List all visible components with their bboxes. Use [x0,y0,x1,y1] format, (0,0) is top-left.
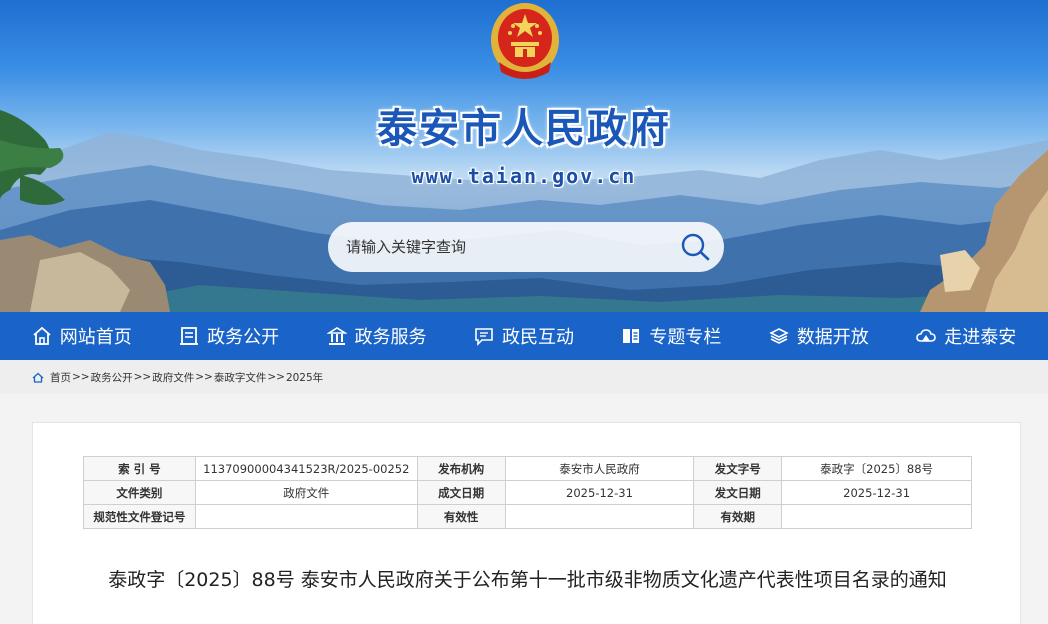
nav-item-about-taian[interactable]: 走进泰安 [910,312,1022,360]
document-title: 泰政字〔2025〕88号 泰安市人民政府关于公布第十一批市级非物质文化遗产代表性… [108,569,947,591]
search-button[interactable] [668,222,724,272]
home-icon [32,372,44,383]
home-icon [33,326,51,345]
index-number-label: 索 引 号 [83,456,196,481]
validity-period-value [781,504,972,529]
nav-label: 政务服务 [354,327,427,348]
written-date-value: 2025-12-31 [504,480,695,505]
government-building-icon [326,327,347,345]
table-row: 文件类别 政府文件 成文日期 2025-12-31 发文日期 2025-12-3… [83,480,972,505]
document-category-label: 文件类别 [83,480,196,505]
main-nav: 网站首页 政务公开 政务服务 政民互动 专题专栏 数据开放 走进泰安 [0,312,1048,360]
search-input[interactable] [328,222,668,272]
message-icon [475,328,493,346]
document-number-label: 发文字号 [693,456,783,481]
mountain-cloud-icon [916,329,937,342]
written-date-label: 成文日期 [416,480,506,505]
document-icon [180,327,199,345]
breadcrumb-home[interactable]: 首页 [50,370,71,385]
table-row: 索 引 号 11370900004341523R/2025-00252 发布机构… [83,456,972,481]
nav-item-government-services[interactable]: 政务服务 [321,312,433,360]
national-emblem-icon [491,3,559,79]
nav-label: 专题专栏 [649,327,722,348]
breadcrumb-year-2025[interactable]: 2025年 [286,370,323,385]
breadcrumb-government-documents[interactable]: 政府文件 [152,370,194,385]
nav-label: 政务公开 [207,327,280,348]
issue-date-value: 2025-12-31 [781,480,972,505]
registration-number-label: 规范性文件登记号 [83,504,196,529]
nav-label: 政民互动 [501,327,574,348]
nav-label: 网站首页 [59,327,132,348]
breadcrumb: 首页 >> 政务公开 >> 政府文件 >> 泰政字文件 >> 2025年 [0,360,1048,394]
nav-item-public-interaction[interactable]: 政民互动 [468,312,580,360]
issuing-agency-label: 发布机构 [416,456,506,481]
issuing-agency-value: 泰安市人民政府 [504,456,695,481]
search-bar [328,222,724,272]
nav-item-open-data[interactable]: 数据开放 [763,312,875,360]
nav-item-special-topics[interactable]: 专题专栏 [615,312,727,360]
registration-number-value [194,504,418,529]
site-title: 泰安市人民政府 [377,106,671,152]
nav-label: 数据开放 [796,327,869,348]
document-meta-table: 索 引 号 11370900004341523R/2025-00252 发布机构… [83,456,972,529]
document-category-value: 政府文件 [194,480,418,505]
breadcrumb-taizhengzi-documents[interactable]: 泰政字文件 [214,370,267,385]
site-url: www.taian.gov.cn [411,164,637,188]
nav-item-home[interactable]: 网站首页 [26,312,138,360]
nav-label: 走进泰安 [944,327,1017,348]
issue-date-label: 发文日期 [693,480,783,505]
table-row: 规范性文件登记号 有效性 有效期 [83,504,972,529]
header-banner: 泰安市人民政府 www.taian.gov.cn [0,0,1048,312]
validity-label: 有效性 [416,504,506,529]
document-panel: 索 引 号 11370900004341523R/2025-00252 发布机构… [32,422,1021,624]
index-number-value: 11370900004341523R/2025-00252 [194,456,418,481]
breadcrumb-open-government[interactable]: 政务公开 [91,370,133,385]
search-icon [681,233,710,261]
book-icon [623,329,640,343]
layers-icon [769,328,789,344]
document-number-value: 泰政字〔2025〕88号 [781,456,972,481]
validity-value [504,504,695,529]
validity-period-label: 有效期 [693,504,783,529]
nav-item-open-government[interactable]: 政务公开 [173,312,285,360]
